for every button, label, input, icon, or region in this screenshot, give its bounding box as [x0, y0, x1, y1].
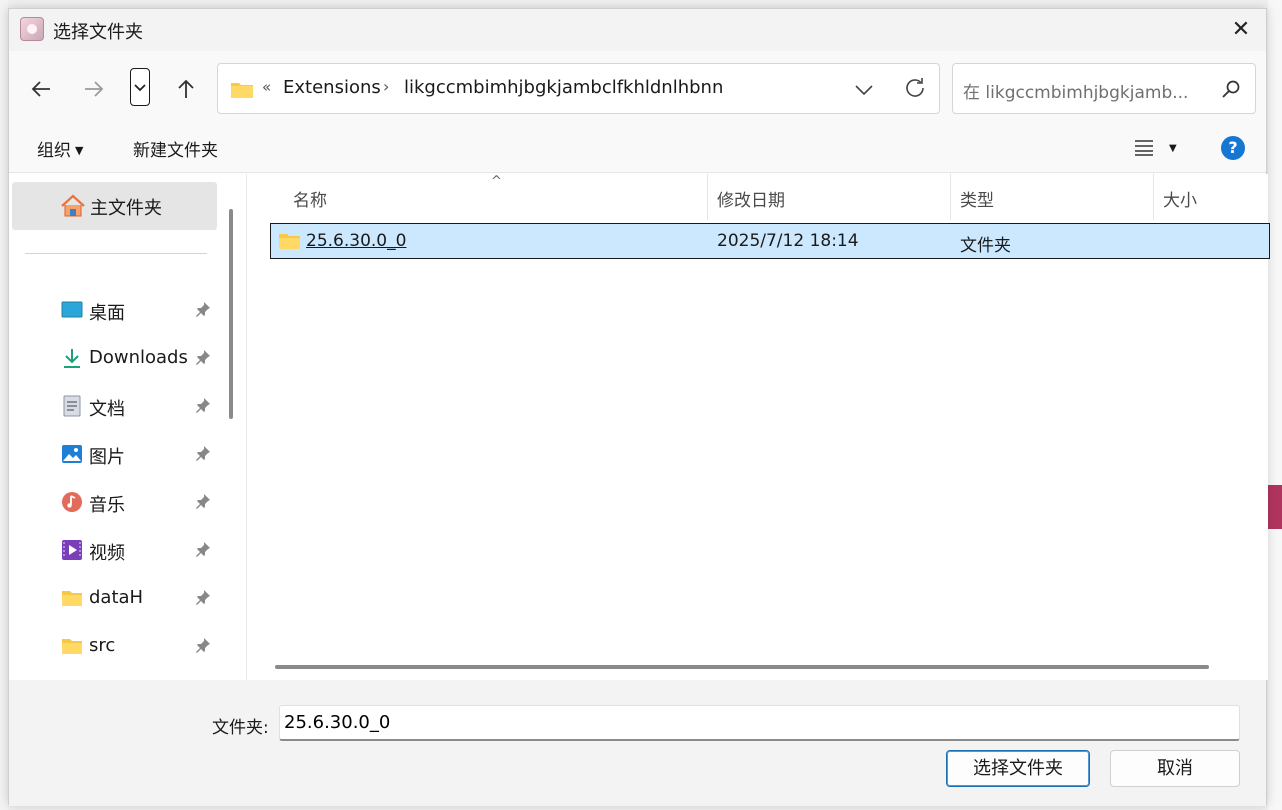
sidebar-item-pictures[interactable]: 图片	[9, 432, 224, 476]
command-bar: 组织 ▼ 新建文件夹 ▼ ?	[9, 123, 1266, 173]
sidebar-item-downloads[interactable]: Downloads	[9, 336, 224, 380]
folder-icon	[62, 639, 82, 654]
column-divider[interactable]	[950, 174, 951, 220]
sidebar-item-music[interactable]: 音乐	[9, 480, 224, 524]
documents-icon	[63, 395, 81, 417]
list-view-icon	[1135, 140, 1153, 156]
breadcrumb-separator[interactable]: ›	[383, 77, 389, 96]
app-icon	[20, 17, 44, 41]
organize-label: 组织	[37, 141, 71, 161]
folder-label: 文件夹:	[212, 718, 269, 738]
select-folder-button[interactable]: 选择文件夹	[946, 750, 1090, 787]
breadcrumb-overflow[interactable]: «	[262, 78, 271, 96]
table-row[interactable]: 25.6.30.0_0 2025/7/12 18:14 文件夹	[270, 223, 1270, 259]
sidebar-divider	[25, 253, 207, 254]
file-modified: 2025/7/12 18:14	[717, 231, 859, 251]
sidebar-item-label: 主文件夹	[90, 198, 162, 219]
file-list: ^ 名称 修改日期 类型 大小 25.6.30.0_0 2025/7/12 18…	[247, 174, 1270, 680]
view-options-button[interactable]: ▼	[1133, 137, 1179, 159]
sort-ascending-icon: ^	[491, 174, 502, 189]
sidebar-scrollbar[interactable]	[229, 209, 233, 419]
search-icon[interactable]	[1221, 79, 1241, 99]
column-divider[interactable]	[1153, 174, 1154, 220]
pin-icon[interactable]	[195, 301, 211, 317]
pin-icon[interactable]	[195, 493, 211, 509]
desktop-icon	[61, 301, 83, 318]
close-icon: ✕	[1231, 17, 1251, 42]
background-right-edge	[1268, 0, 1282, 810]
pictures-icon	[62, 445, 82, 463]
pin-icon[interactable]	[195, 541, 211, 557]
pin-icon[interactable]	[195, 397, 211, 413]
sidebar-item-label: 视频	[89, 543, 125, 564]
help-button[interactable]: ?	[1221, 136, 1245, 160]
folder-icon	[279, 234, 300, 249]
chevron-down-icon	[134, 84, 146, 92]
close-button[interactable]: ✕	[1226, 15, 1256, 45]
downloads-icon	[64, 349, 80, 368]
column-header: ^ 名称 修改日期 类型 大小	[247, 174, 1268, 220]
pin-icon[interactable]	[195, 349, 211, 365]
column-divider[interactable]	[707, 174, 708, 220]
background-accent	[1268, 485, 1282, 529]
new-folder-button[interactable]: 新建文件夹	[133, 136, 218, 161]
sidebar-item-label: src	[89, 635, 116, 656]
breadcrumb-current[interactable]: likgccmbimhjbgkjambclfkhldnlhbnn	[404, 77, 723, 98]
sidebar-item-label: 图片	[89, 447, 125, 468]
recent-locations-button[interactable]	[130, 68, 150, 106]
navigation-pane: 主文件夹 桌面 Downloads 文档 图片 音乐 视频 dataH src	[9, 174, 247, 680]
breadcrumb-extensions[interactable]: Extensions	[283, 77, 381, 98]
up-button[interactable]	[170, 73, 202, 105]
column-type[interactable]: 类型	[960, 186, 994, 211]
caret-down-icon: ▼	[1169, 142, 1177, 154]
column-size[interactable]: 大小	[1163, 186, 1197, 211]
folder-name-input[interactable]	[279, 705, 1240, 741]
forward-button[interactable]	[78, 73, 110, 105]
sidebar-item-videos[interactable]: 视频	[9, 528, 224, 572]
sidebar-item-label: 桌面	[89, 303, 125, 324]
sidebar-item-documents[interactable]: 文档	[9, 384, 224, 428]
file-name[interactable]: 25.6.30.0_0	[306, 231, 406, 251]
column-modified[interactable]: 修改日期	[717, 186, 785, 211]
refresh-icon[interactable]	[903, 76, 927, 100]
home-icon	[61, 194, 85, 217]
pin-icon[interactable]	[195, 637, 211, 653]
pin-icon[interactable]	[195, 589, 211, 605]
chevron-down-icon[interactable]	[852, 78, 876, 102]
background-left-edge	[0, 0, 8, 810]
arrow-up-icon	[178, 79, 194, 98]
back-button[interactable]	[25, 73, 57, 105]
cancel-button[interactable]: 取消	[1110, 750, 1240, 787]
videos-icon	[62, 540, 82, 560]
dialog-title: 选择文件夹	[53, 22, 143, 43]
arrow-left-icon	[31, 81, 50, 97]
select-folder-dialog: 选择文件夹 ✕ « Extensions › likgccmbimhjbgkja…	[8, 8, 1270, 806]
sidebar-item-label: 音乐	[89, 495, 125, 516]
sidebar-item-label: Downloads	[89, 347, 188, 368]
sidebar-item-src[interactable]: src	[9, 624, 224, 668]
address-bar[interactable]: « Extensions › likgccmbimhjbgkjambclfkhl…	[217, 63, 940, 114]
search-box[interactable]: 在 likgccmbimhjbgkjamb...	[952, 63, 1256, 114]
sidebar-item-datah[interactable]: dataH	[9, 576, 224, 620]
dialog-footer: 文件夹: 选择文件夹 取消	[9, 680, 1266, 806]
arrow-right-icon	[85, 81, 104, 97]
music-icon	[62, 492, 82, 512]
folder-icon	[231, 83, 253, 98]
search-input[interactable]: 在 likgccmbimhjbgkjamb...	[963, 78, 1188, 103]
organize-button[interactable]: 组织 ▼	[37, 136, 83, 161]
horizontal-scrollbar[interactable]	[275, 665, 1209, 669]
file-type: 文件夹	[960, 236, 1011, 256]
navigation-bar: « Extensions › likgccmbimhjbgkjambclfkhl…	[9, 51, 1266, 123]
sidebar-item-label: 文档	[89, 399, 125, 420]
caret-down-icon: ▼	[75, 144, 84, 157]
folder-icon	[62, 591, 82, 606]
title-bar: 选择文件夹 ✕	[9, 9, 1266, 51]
pin-icon[interactable]	[195, 445, 211, 461]
sidebar-item-desktop[interactable]: 桌面	[9, 288, 224, 332]
sidebar-item-label: dataH	[89, 587, 144, 608]
sidebar-item-home[interactable]: 主文件夹	[12, 182, 217, 230]
column-name[interactable]: 名称	[293, 186, 327, 211]
